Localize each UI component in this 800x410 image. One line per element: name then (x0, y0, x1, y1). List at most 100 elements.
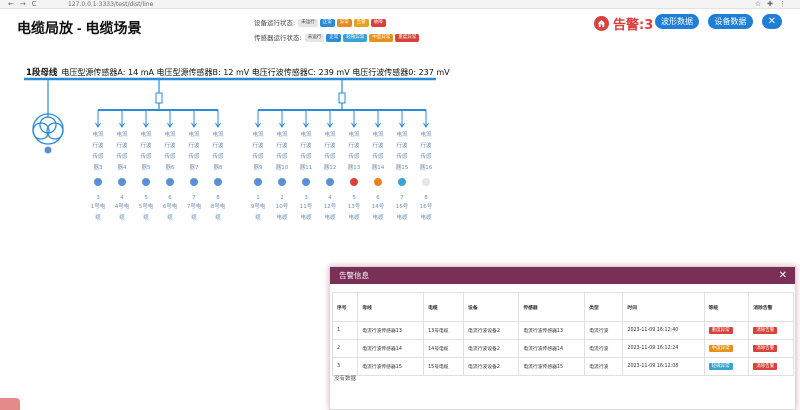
cable-label: 电缆 (396, 213, 408, 221)
level-badge: 轻微异常 (708, 363, 733, 370)
sensor-status-dot[interactable] (422, 178, 430, 186)
column-header: 序号 (331, 292, 359, 322)
sensor-label: 器16 (420, 164, 433, 171)
sensor-label: 器7 (190, 164, 200, 171)
sensor-label: 传感 (396, 152, 408, 160)
cell-device: 电流行波设备2 (463, 357, 520, 376)
cable-label: 缆 (167, 213, 173, 221)
sensor-label: 电流 (348, 130, 360, 138)
breaker-left (155, 92, 163, 104)
browser-nav-icons[interactable]: ←→C (8, 0, 43, 9)
sensor-status-dot[interactable] (190, 178, 198, 186)
sensor-number: 4 (120, 195, 124, 201)
cell-bus: 电流行波传感器15 (357, 357, 425, 376)
sensor-label: 传感 (164, 152, 176, 160)
sensor-label: 电流 (252, 130, 264, 138)
sensor-number: 8 (216, 195, 220, 201)
alarm-counter[interactable]: 告警:3 (594, 14, 653, 33)
alarm-panel-title: 告警信息 (339, 271, 369, 280)
cell-cable: 14号电缆 (423, 339, 465, 358)
device-status-pill: 告警 (353, 19, 369, 27)
cable-label: 电缆 (276, 213, 288, 221)
cell-time: 2023-11-09 16:12:24 (622, 339, 705, 358)
close-icon[interactable]: ✕ (779, 267, 787, 284)
cell-level: 轻微异常 (703, 357, 750, 376)
sensor-status-dot[interactable] (254, 178, 262, 186)
sensor-status-dot[interactable] (214, 178, 222, 186)
sensor-status-label: 传感器运行状态: (254, 34, 302, 42)
cell-action: 消除告警 (748, 357, 794, 376)
alarm-panel-header: 告警信息 ✕ (330, 267, 795, 284)
clear-alarm-button[interactable]: 消除告警 (753, 345, 778, 352)
column-header: 设备 (463, 292, 520, 322)
browser-right-icons[interactable]: ☆✚⋮ (755, 0, 792, 9)
sensor-label: 传感 (92, 152, 104, 160)
cell-type: 电流行波 (584, 339, 624, 358)
clear-alarm-button[interactable]: 消除告警 (753, 327, 778, 334)
cell-cable: 13号电缆 (423, 321, 465, 340)
taskbar-corner-icon[interactable] (0, 398, 20, 410)
sensor-number: 7 (400, 195, 404, 201)
clear-alarm-button[interactable]: 消除告警 (753, 363, 778, 370)
sensor-label: 器8 (214, 164, 224, 171)
sensor-label: 器15 (396, 164, 409, 171)
breaker-right (338, 92, 346, 104)
cable-label: 7号电 (187, 202, 202, 210)
sensor-status-dot[interactable] (302, 178, 310, 186)
close-icon[interactable]: ✕ (762, 14, 782, 29)
cell-level: 重度异常 (703, 321, 750, 340)
sensor-label: 电流 (92, 130, 104, 138)
sensor-label: 器6 (166, 164, 176, 171)
sensor-label: 行波 (212, 141, 224, 149)
column-header: 等级 (703, 292, 750, 322)
sensor-status-dot[interactable] (94, 178, 102, 186)
cable-label: 16号 (420, 203, 433, 210)
alarm-count-text: 告警:3 (613, 18, 654, 33)
device-status-pill: 未运行 (298, 19, 318, 27)
sensor-label: 传感 (188, 152, 200, 160)
no-data-text: 没有数据 (334, 376, 357, 382)
sensor-status-dot[interactable] (326, 178, 334, 186)
cell-sensor: 电流行波传感器13 (518, 321, 586, 340)
cell-level: 中度异常 (703, 339, 750, 358)
sensor-label: 电流 (300, 130, 312, 138)
cable-label: 10号 (276, 203, 289, 210)
sensor-label: 传感 (116, 152, 128, 160)
device-status-pill: 正常 (319, 19, 335, 27)
sensor-status-dot[interactable] (166, 178, 174, 186)
sensor-label: 行波 (300, 141, 312, 149)
cable-label: 缆 (143, 213, 149, 221)
device-data-button[interactable]: 设备数据 (708, 14, 753, 29)
sensor-label: 行波 (116, 141, 128, 149)
sensor-status-dot[interactable] (350, 178, 358, 186)
cell-idx: 1 (331, 321, 359, 340)
sensor-label: 行波 (188, 141, 200, 149)
cable-label: 缆 (191, 213, 197, 221)
column-header: 类型 (584, 292, 624, 322)
sensor-label: 电流 (188, 130, 200, 138)
sensor-status-dot[interactable] (118, 178, 126, 186)
sensor-label: 传感 (372, 152, 384, 160)
sensor-label: 电流 (116, 130, 128, 138)
sensor-label: 器14 (372, 164, 385, 171)
cable-label: 14号 (372, 203, 385, 210)
sensor-label: 传感 (324, 152, 336, 160)
sensor-status-dot[interactable] (374, 178, 382, 186)
sensor-status-pill: 中度异常 (369, 34, 394, 42)
cable-label: 8号电 (211, 202, 226, 210)
sensor-status-dot[interactable] (278, 178, 286, 186)
level-badge: 中度异常 (708, 345, 733, 352)
sensor-number: 2 (280, 195, 284, 201)
sensor-status-dot[interactable] (142, 178, 150, 186)
cell-cable: 15号电缆 (423, 357, 465, 376)
sensor-status-dot[interactable] (398, 178, 406, 186)
cell-action: 消除告警 (748, 321, 794, 340)
sensor-label: 传感 (300, 152, 312, 160)
sensor-label: 器13 (348, 164, 361, 171)
sensor-number: 1 (256, 195, 260, 201)
url-bar[interactable]: 127.0.0.1:3333/test/dist/line (68, 0, 153, 9)
cable-label: 15号 (396, 203, 409, 210)
wave-data-button[interactable]: 波形数据 (655, 14, 699, 29)
table-row: 1 电流行波传感器13 13号电缆 电流行波设备2 电流行波传感器13 电流行波 2023-… (331, 321, 794, 340)
sensor-label: 行波 (348, 141, 360, 149)
